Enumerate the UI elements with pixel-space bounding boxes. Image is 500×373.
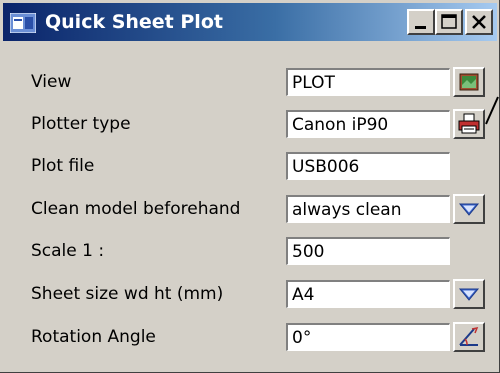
- view-pick-button[interactable]: [453, 67, 485, 97]
- plot-file-label: Plot file: [31, 156, 95, 176]
- scale-field[interactable]: 500: [286, 237, 450, 265]
- mouse-cursor-icon: [485, 96, 499, 125]
- quick-sheet-plot-window: Quick Sheet Plot View PLOT Plotter type …: [0, 0, 500, 373]
- image-icon: [459, 73, 479, 91]
- plotter-type-label: Plotter type: [31, 114, 131, 134]
- rotation-angle-pick-button[interactable]: [453, 322, 485, 352]
- close-button[interactable]: [465, 9, 493, 35]
- maximize-button[interactable]: [435, 9, 463, 35]
- maximize-icon: [441, 14, 457, 29]
- clean-model-dropdown-button[interactable]: [453, 194, 485, 224]
- plotter-type-field[interactable]: Canon iP90: [286, 110, 450, 138]
- dropdown-arrow-icon: [458, 203, 480, 216]
- dropdown-arrow-icon: [458, 288, 480, 301]
- view-label: View: [31, 72, 72, 92]
- sheet-size-field[interactable]: A4: [286, 280, 450, 308]
- plot-file-field[interactable]: USB006: [286, 152, 450, 180]
- view-field[interactable]: PLOT: [286, 68, 450, 96]
- minimize-button[interactable]: [407, 9, 435, 35]
- sheet-size-label: Sheet size wd ht (mm): [31, 284, 224, 304]
- close-icon: [472, 15, 486, 29]
- title-bar[interactable]: Quick Sheet Plot: [3, 3, 497, 41]
- window-title: Quick Sheet Plot: [45, 11, 223, 33]
- clean-model-label: Clean model beforehand: [31, 199, 241, 219]
- clean-model-field[interactable]: always clean: [286, 195, 450, 223]
- rotation-angle-field[interactable]: 0°: [286, 323, 450, 351]
- minimize-icon: [415, 26, 426, 29]
- plot-window-icon: [10, 13, 36, 33]
- printer-icon: [458, 113, 480, 134]
- angle-pick-icon: [459, 326, 479, 346]
- rotation-angle-label: Rotation Angle: [31, 327, 156, 347]
- plotter-select-button[interactable]: [453, 109, 485, 139]
- sheet-size-dropdown-button[interactable]: [453, 279, 485, 309]
- scale-label: Scale 1 :: [31, 241, 105, 261]
